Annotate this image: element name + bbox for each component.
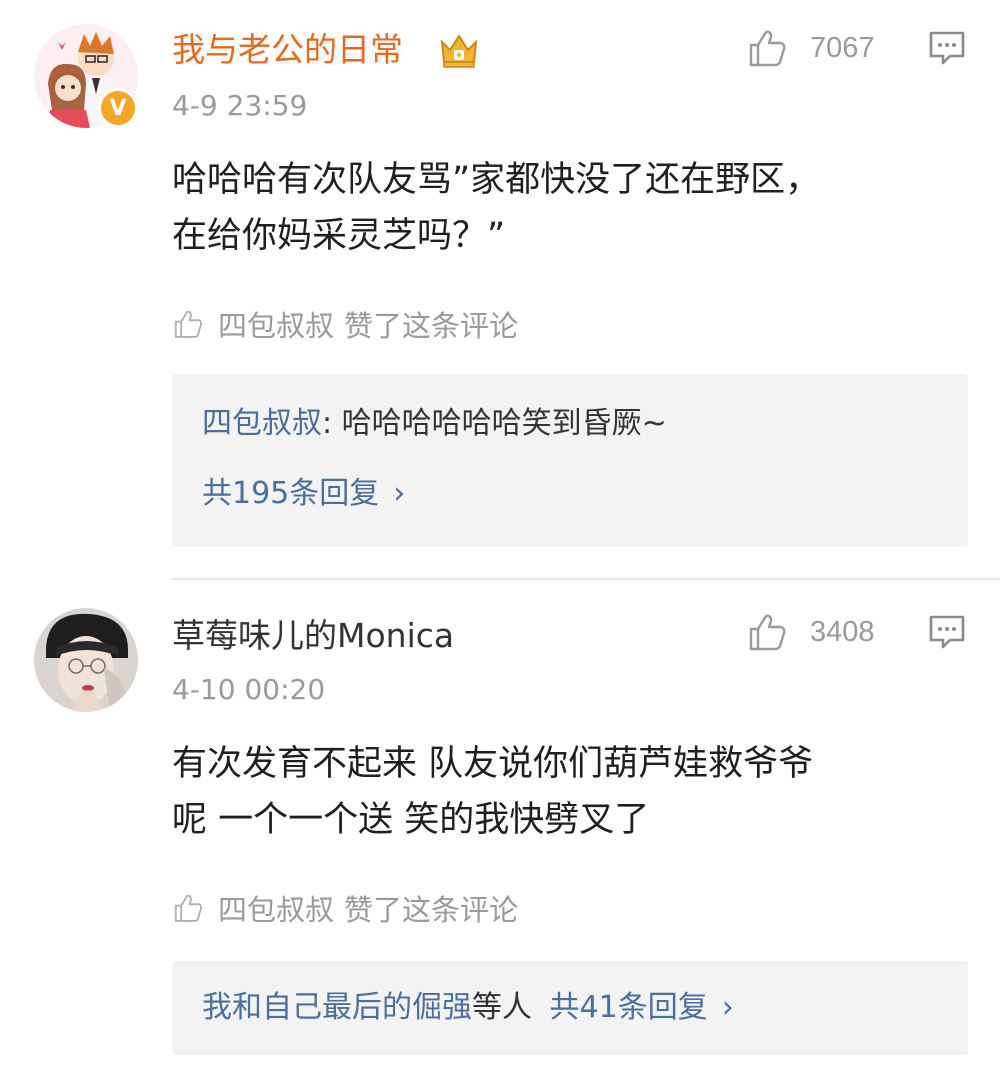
view-replies-link[interactable]: 共195条回复 › xyxy=(202,474,405,514)
liked-by-author: 四包叔叔 赞了这条评论 xyxy=(172,304,518,344)
reply-count: 共195条回复 xyxy=(202,476,380,511)
divider xyxy=(172,578,1000,580)
comment-reply-icon[interactable] xyxy=(928,30,966,66)
like-count: 3408 xyxy=(810,615,875,648)
avatar[interactable] xyxy=(34,608,138,712)
thumbs-up-icon xyxy=(749,614,786,651)
liker-name: 四包叔叔 xyxy=(218,893,335,927)
like-button[interactable]: 7067 xyxy=(746,26,875,70)
reply-preview-box[interactable]: 四包叔叔: 哈哈哈哈哈哈笑到昏厥~ 共195条回复 › xyxy=(172,374,968,547)
chevron-right-icon: › xyxy=(393,476,406,511)
comment-text: 哈哈哈有次队友骂”家都快没了还在野区， 在给你妈采灵芝吗？” xyxy=(172,152,952,264)
view-replies-link[interactable]: 我和自己最后的倔强等人 共41条回复 › xyxy=(202,988,734,1028)
username[interactable]: 草莓味儿的Monica xyxy=(172,614,454,658)
comment-text-line: 在给你妈采灵芝吗？” xyxy=(172,216,506,256)
comment-text-line: 有次发育不起来 队友说你们葫芦娃救爷爷 xyxy=(172,744,814,784)
thumbs-up-icon xyxy=(174,310,203,338)
comment-text-line: 呢 一个一个送 笑的我快劈叉了 xyxy=(172,800,650,840)
like-button[interactable]: 3408 xyxy=(746,610,875,654)
comment-item: V 我与老公的日常 4-9 23:59 7067 哈哈哈有次队友骂”家都快没了还… xyxy=(0,0,1000,578)
liked-by-text: 赞了这条评论 xyxy=(344,893,519,927)
comment-text: 有次发育不起来 队友说你们葫芦娃救爷爷 呢 一个一个送 笑的我快劈叉了 xyxy=(172,736,952,848)
thumbs-up-icon xyxy=(749,30,786,67)
reply-preview: 四包叔叔: 哈哈哈哈哈哈笑到昏厥~ xyxy=(202,404,667,444)
reply-text: 哈哈哈哈哈哈笑到昏厥~ xyxy=(341,406,667,441)
like-count: 7067 xyxy=(810,31,875,64)
liked-by-author: 四包叔叔 赞了这条评论 xyxy=(172,888,518,928)
reply-author[interactable]: 我和自己最后的倔强 xyxy=(202,990,472,1025)
vip-crown-icon xyxy=(440,34,478,68)
reply-author[interactable]: 四包叔叔 xyxy=(202,406,322,441)
comment-item: 草莓味儿的Monica 4-10 00:20 3408 有次发育不起来 队友说你… xyxy=(0,578,1000,1081)
liker-name: 四包叔叔 xyxy=(218,309,335,343)
avatar-photo-image xyxy=(34,608,138,712)
reply-suffix: 等人 xyxy=(472,990,532,1025)
reply-separator: : xyxy=(322,406,333,441)
comment-timestamp: 4-10 00:20 xyxy=(172,673,326,706)
reply-preview-box[interactable]: 我和自己最后的倔强等人 共41条回复 › xyxy=(172,961,968,1055)
liked-by-text: 赞了这条评论 xyxy=(344,309,519,343)
verified-badge: V xyxy=(98,88,138,128)
comment-reply-icon[interactable] xyxy=(928,614,966,650)
comment-timestamp: 4-9 23:59 xyxy=(172,89,308,122)
reply-count: 共41条回复 xyxy=(549,990,708,1025)
username[interactable]: 我与老公的日常 xyxy=(172,28,403,72)
thumbs-up-icon xyxy=(174,894,203,922)
comment-text-line: 哈哈哈有次队友骂”家都快没了还在野区， xyxy=(172,160,821,200)
chevron-right-icon: › xyxy=(721,990,734,1025)
